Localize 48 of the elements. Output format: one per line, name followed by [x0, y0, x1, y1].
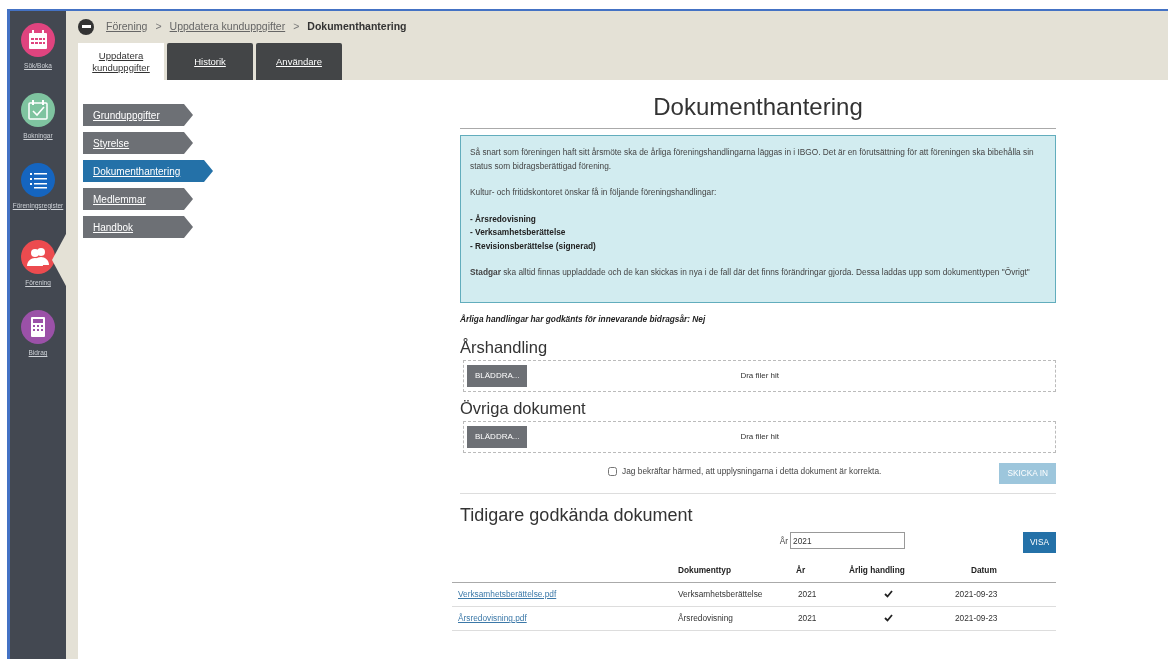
tab[interactable]: Uppdatera kunduppgifter [78, 43, 164, 80]
back-icon[interactable] [78, 18, 94, 35]
year-field[interactable]: 2021 [790, 532, 906, 550]
info-text: Så snart som föreningen haft sitt årsmöte ska de årliga föreningshandlingarna läggas in i IBGO. Det är en förutsättning för att föreningen ska bibehålla sin status som bidragsberättigad förening. [470, 146, 1035, 173]
tab[interactable]: Historik [167, 43, 253, 80]
column-header: Årlig handling [848, 564, 906, 577]
table-cell-text: 2021 [797, 588, 818, 601]
breadcrumb-separator: > [293, 18, 300, 34]
column-header: Datum [970, 564, 998, 577]
drop-hint: Dra filer hit [739, 430, 781, 443]
column-header: Dokumenttyp [678, 564, 732, 577]
breadcrumb-current: Dokumenthantering [307, 18, 407, 34]
table-cell-text: Årsredovisning [678, 612, 734, 625]
table-cell-text: 2021 [797, 612, 818, 625]
show-button[interactable]: VISA [1023, 531, 1056, 553]
table-cell-text: Verksamhetsberättelse [678, 588, 764, 601]
info-text: Kultur- och fritidskontoret önskar få in följande föreningshandlingar: [470, 186, 718, 199]
drop-zone[interactable]: BLÄDDRA... Dra filer hit [463, 420, 1056, 453]
drop-zone[interactable]: BLÄDDRA... Dra filer hit [463, 359, 1056, 392]
list-item: - Verksamhetsberättelse [470, 226, 567, 239]
breadcrumb-separator: > [155, 18, 162, 34]
section-heading: Tidigare godkända dokument [460, 503, 694, 526]
side-menu-item[interactable]: Dokumenthantering [83, 160, 213, 182]
confirm-label: Jag bekräftar härmed, att upplysningarna i detta dokument är korrekta. [622, 465, 882, 478]
year-label: År [779, 534, 789, 548]
list-item: - Årsredovisning [470, 212, 537, 226]
side-menu-item[interactable]: Handbok [83, 216, 193, 238]
file-link[interactable]: Verksamhetsberättelse.pdf [452, 588, 678, 601]
breadcrumb-link[interactable]: Uppdatera kunduppgifter [169, 18, 286, 35]
list-item: - Revisionsberättelse (signerad) [470, 239, 597, 253]
column-header: År [796, 564, 807, 577]
drop-hint: Dra filer hit [739, 369, 781, 382]
file-link[interactable]: Årsredovisning.pdf [452, 612, 678, 625]
table-cell-text: 2021-09-23 [954, 612, 999, 625]
side-menu-item[interactable]: Grunduppgifter [83, 104, 193, 126]
side-menu-item[interactable]: Styrelse [83, 132, 193, 154]
confirm-checkbox[interactable] [608, 466, 618, 476]
browse-button[interactable]: BLÄDDRA... [467, 364, 528, 387]
side-menu-item[interactable]: Medlemmar [83, 188, 193, 210]
table-cell-text: 2021-09-23 [954, 588, 999, 601]
breadcrumb-link[interactable]: Förening [106, 18, 148, 35]
info-text: Stadgar ska alltid finnas uppladdade och de kan skickas in nya i de fall där det finns förändringar gjorda. Dessa laddas upp som dokumenttypen "Övrigt" [470, 266, 1031, 279]
status-text: Årliga handlingar har godkänts för innevarande bidragsår: Nej [460, 312, 707, 325]
section-heading: Övriga dokument [460, 397, 587, 418]
tab[interactable]: Användare [256, 43, 342, 80]
page-title: Dokumenthantering [652, 92, 864, 122]
section-heading: Årshandling [460, 336, 549, 357]
browse-button[interactable]: BLÄDDRA... [467, 425, 528, 448]
